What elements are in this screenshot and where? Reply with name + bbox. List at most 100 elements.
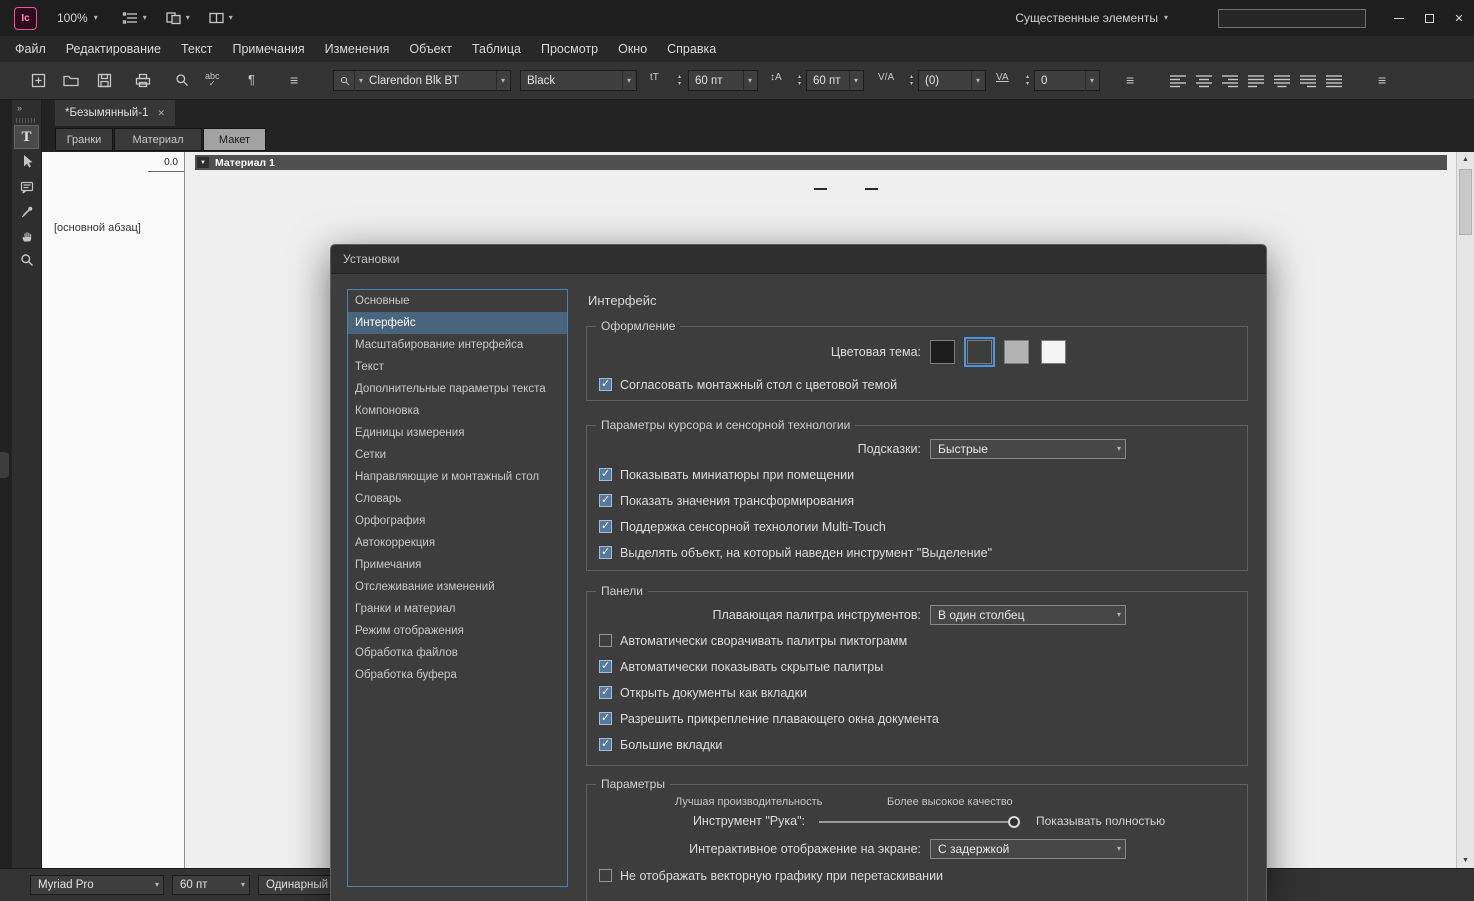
color-theme-swatch-darkest[interactable]	[930, 340, 955, 364]
menu-item[interactable]: Справка	[657, 42, 726, 56]
statusbar-font-combo[interactable]: Myriad Pro ▾	[30, 875, 164, 895]
checkbox[interactable]	[599, 546, 612, 559]
new-document-button[interactable]	[30, 72, 47, 89]
color-theme-swatch-dark[interactable]	[967, 340, 992, 364]
color-theme-swatch-light[interactable]	[1004, 340, 1029, 364]
statusbar-leading-combo[interactable]: Одинарный ин	[258, 875, 334, 895]
collapsed-panel-tab[interactable]	[0, 452, 9, 478]
show-hidden-characters-button[interactable]: ¶	[248, 72, 255, 87]
color-theme-swatch-lightest[interactable]	[1041, 340, 1066, 364]
panel-menu-button[interactable]: ≡	[1378, 72, 1386, 88]
view-options-button[interactable]: ▾	[122, 10, 147, 26]
menu-item[interactable]: Таблица	[462, 42, 531, 56]
scroll-up-button[interactable]: ▲	[1457, 152, 1474, 167]
leading-combo[interactable]: 60 пт ▾	[806, 70, 864, 91]
checkbox[interactable]	[599, 712, 612, 725]
kerning-combo[interactable]: (0) ▾	[918, 70, 986, 91]
zoom-control[interactable]: 100% ▾	[57, 11, 98, 25]
find-button[interactable]	[174, 72, 190, 88]
tracking-stepper[interactable]: ▴▾	[1022, 73, 1033, 89]
open-document-button[interactable]	[62, 72, 80, 89]
kerning-stepper[interactable]: ▴▾	[906, 73, 917, 89]
workspace-switcher[interactable]: Существенные элементы ▾	[1015, 11, 1168, 25]
type-tool[interactable]: T	[14, 125, 39, 149]
checkbox[interactable]	[599, 520, 612, 533]
view-tab-layout[interactable]: Макет	[203, 128, 266, 151]
view-tab-galley[interactable]: Гранки	[55, 128, 113, 151]
pref-category[interactable]: Режим отображения	[348, 620, 567, 642]
view-tab-story[interactable]: Материал	[114, 128, 202, 151]
pref-category[interactable]: Единицы измерения	[348, 422, 567, 444]
statusbar-size-combo[interactable]: 60 пт ▾	[172, 875, 250, 895]
pref-category[interactable]: Орфография	[348, 510, 567, 532]
pref-category-selected[interactable]: Интерфейс	[348, 312, 567, 334]
story-view-lines-button[interactable]: ≡	[290, 72, 298, 88]
live-screen-dropdown[interactable]: С задержкой ▾	[930, 839, 1126, 859]
pref-category[interactable]: Обработка файлов	[348, 642, 567, 664]
pref-category[interactable]: Словарь	[348, 488, 567, 510]
pref-category[interactable]: Обработка буфера	[348, 664, 567, 686]
search-input[interactable]	[1218, 9, 1366, 28]
minimize-button[interactable]	[1384, 0, 1414, 36]
menu-item[interactable]: Текст	[171, 42, 222, 56]
menu-item[interactable]: Примечания	[222, 42, 314, 56]
pref-category[interactable]: Автокоррекция	[348, 532, 567, 554]
menu-item[interactable]: Просмотр	[531, 42, 608, 56]
tracking-combo[interactable]: 0 ▾	[1034, 70, 1100, 91]
align-center-button[interactable]	[1192, 72, 1216, 90]
maximize-button[interactable]	[1414, 0, 1444, 36]
menu-item[interactable]: Изменения	[315, 42, 400, 56]
pref-category[interactable]: Масштабирование интерфейса	[348, 334, 567, 356]
pref-category[interactable]: Компоновка	[348, 400, 567, 422]
panel-grip-icon[interactable]	[16, 118, 37, 123]
font-size-combo[interactable]: 60 пт ▾	[688, 70, 758, 91]
tooltips-dropdown[interactable]: Быстрые ▾	[930, 439, 1126, 459]
justify-last-center-button[interactable]	[1270, 72, 1294, 90]
close-button[interactable]: ✕	[1444, 0, 1474, 36]
justify-last-right-button[interactable]	[1296, 72, 1320, 90]
pref-category[interactable]: Гранки и материал	[348, 598, 567, 620]
checkbox[interactable]	[599, 494, 612, 507]
eyedropper-tool[interactable]	[14, 200, 39, 224]
scrollbar-thumb[interactable]	[1459, 169, 1472, 235]
vertical-scrollbar[interactable]: ▲ ▼	[1456, 152, 1474, 868]
checkbox[interactable]	[599, 468, 612, 481]
menu-item[interactable]: Окно	[608, 42, 657, 56]
font-style-combo[interactable]: Black ▾	[520, 70, 637, 91]
leading-stepper[interactable]: ▴▾	[794, 73, 805, 89]
scroll-down-button[interactable]: ▼	[1457, 853, 1474, 868]
tab-close-icon[interactable]: ✕	[157, 108, 165, 119]
checkbox[interactable]	[599, 869, 612, 882]
align-left-button[interactable]	[1166, 72, 1190, 90]
paragraph-controls-button[interactable]: ≡	[1126, 72, 1134, 88]
font-size-stepper[interactable]: ▴▾	[674, 73, 685, 89]
pref-category[interactable]: Примечания	[348, 554, 567, 576]
arrange-documents-button[interactable]: ▾	[165, 10, 190, 26]
zoom-tool[interactable]	[14, 248, 39, 272]
font-family-combo[interactable]: ▾ Clarendon Blk BT ▾	[333, 70, 511, 91]
document-tab[interactable]: *Безымянный-1 ✕	[55, 100, 175, 126]
note-tool[interactable]	[14, 175, 39, 199]
menu-item[interactable]: Файл	[5, 42, 56, 56]
align-right-button[interactable]	[1218, 72, 1242, 90]
justify-all-button[interactable]	[1322, 72, 1346, 90]
pref-category[interactable]: Направляющие и монтажный стол	[348, 466, 567, 488]
checkbox[interactable]	[599, 738, 612, 751]
save-button[interactable]	[96, 72, 113, 89]
pref-category[interactable]: Дополнительные параметры текста	[348, 378, 567, 400]
checkbox[interactable]	[599, 686, 612, 699]
screen-mode-button[interactable]: ▾	[208, 10, 233, 26]
checkbox[interactable]	[599, 660, 612, 673]
floating-palette-dropdown[interactable]: В один столбец ▾	[930, 605, 1126, 625]
pref-category[interactable]: Текст	[348, 356, 567, 378]
menu-item[interactable]: Объект	[399, 42, 462, 56]
menu-item[interactable]: Редактирование	[56, 42, 171, 56]
justify-last-left-button[interactable]	[1244, 72, 1268, 90]
dialog-title-bar[interactable]: Установки	[331, 245, 1266, 274]
hand-tool[interactable]	[14, 224, 39, 248]
spellcheck-button[interactable]: abc	[205, 72, 220, 88]
hand-tool-slider[interactable]	[819, 815, 1019, 828]
story-collapse-button[interactable]: ▼	[197, 157, 209, 168]
story-header[interactable]: ▼ Материал 1	[195, 155, 1447, 170]
position-tool[interactable]	[14, 149, 39, 173]
